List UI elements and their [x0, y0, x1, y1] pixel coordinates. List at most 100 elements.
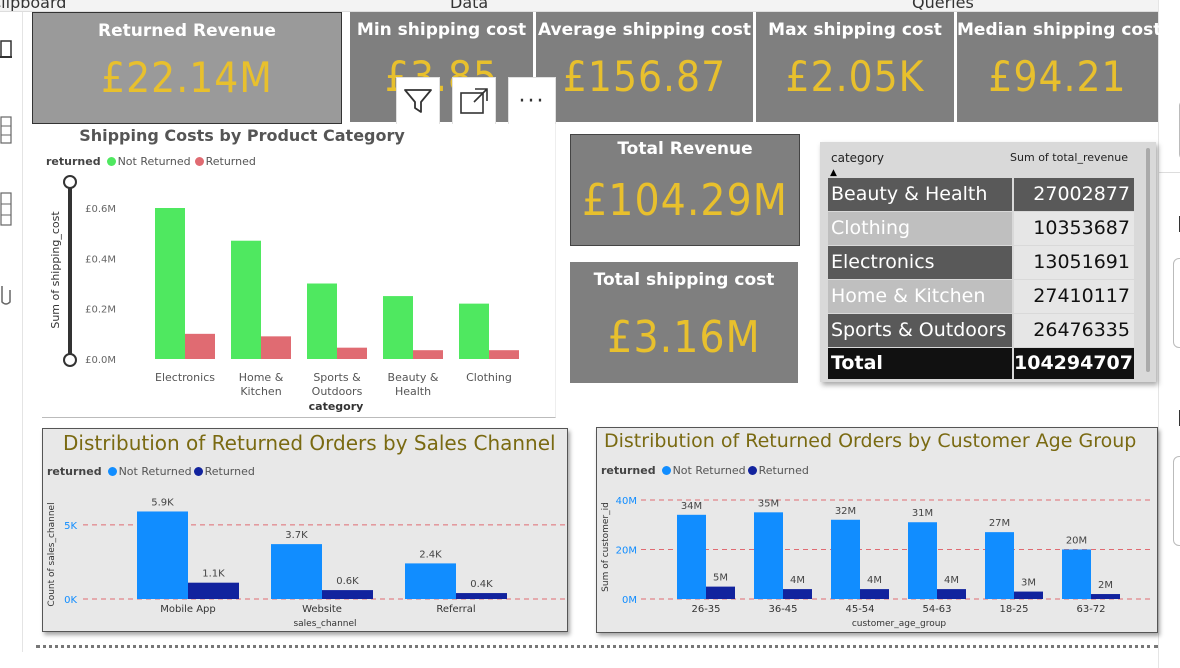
chart-plot: Sum of shipping_cost £0.0M £0.2M £0.4M £0.6M…	[49, 175, 519, 413]
y-tick-label: £0.2M	[85, 305, 116, 316]
view-switcher	[0, 12, 22, 612]
x-axis-title: customer_age_group	[852, 619, 947, 629]
x-tick-label: Mobile App	[160, 604, 216, 615]
pane-card-3[interactable]	[1173, 456, 1180, 546]
table-total-value: 104294707	[1014, 348, 1134, 379]
table-row[interactable]: Home & Kitchen 27410117	[828, 280, 1134, 313]
card-title: Total Revenue	[617, 139, 753, 159]
y-tick-label: 0K	[64, 595, 77, 606]
bar-not-returned	[137, 511, 188, 599]
kpi-max-shipping[interactable]: Max shipping cost £2.05K	[756, 12, 954, 122]
x-tick-label: Kitchen	[240, 385, 281, 398]
total-revenue-card[interactable]: Total Revenue £104.29M	[570, 134, 800, 246]
bar-not-returned	[383, 296, 413, 359]
range-slider-handle-bottom	[63, 353, 77, 367]
kpi-median-shipping[interactable]: Median shipping cost £94.21	[957, 12, 1162, 122]
model-view-icon[interactable]	[0, 192, 16, 229]
data-label: 2.4K	[419, 549, 442, 560]
x-tick-label: Sports &	[313, 371, 361, 384]
report-view-icon[interactable]	[0, 40, 16, 61]
bar-not-returned	[677, 514, 706, 599]
pane-card-2[interactable]	[1173, 258, 1180, 348]
sort-arrow-icon: ▲	[830, 168, 837, 178]
x-tick-label: 26-35	[691, 604, 720, 615]
table-row[interactable]: Clothing 10353687	[828, 212, 1134, 245]
data-label: 5.9K	[151, 497, 174, 508]
bar-returned	[188, 582, 239, 599]
table-row[interactable]: Electronics 13051691	[828, 246, 1134, 279]
age-group-chart[interactable]: Distribution of Returned Orders by Custo…	[596, 427, 1158, 633]
y-tick-label: 40M	[616, 496, 637, 507]
table-cell-value: 27410117	[1014, 280, 1134, 313]
x-tick-label: Website	[302, 604, 342, 615]
kpi-title: Median shipping cost	[957, 20, 1162, 40]
dax-query-icon[interactable]	[0, 284, 16, 311]
y-tick-label: 5K	[64, 521, 77, 532]
bar-not-returned	[405, 563, 456, 599]
y-axis-title: Sum of customer_id	[601, 502, 611, 592]
bar-not-returned	[754, 512, 783, 599]
table-cell-category: Sports & Outdoors	[828, 314, 1012, 347]
data-label: 32M	[835, 506, 856, 517]
table-header-revenue[interactable]: Sum of total_revenue	[1010, 151, 1128, 164]
chart-plot: Count of sales_channel 0K 5K 5.9K 1.1K Mobile…	[47, 497, 565, 629]
bar-returned	[783, 589, 812, 599]
bar-not-returned	[459, 303, 489, 359]
y-tick-label: 20M	[616, 545, 637, 556]
x-tick-label: Beauty &	[388, 371, 439, 384]
range-slider-handle-top	[63, 175, 77, 189]
bar-returned	[337, 347, 367, 359]
kpi-returned-revenue[interactable]: Returned Revenue £22.14M	[32, 12, 342, 124]
data-label: 3.7K	[285, 530, 308, 541]
table-cell-value: 26476335	[1014, 314, 1134, 347]
bar-returned	[456, 593, 507, 599]
filter-button[interactable]	[396, 77, 440, 125]
ribbon-group-data: Data	[450, 0, 489, 12]
table-header-category[interactable]: category	[831, 151, 884, 165]
sales-channel-chart[interactable]: Distribution of Returned Orders by Sales…	[42, 428, 568, 632]
focus-mode-button[interactable]	[452, 77, 496, 125]
kpi-min-shipping[interactable]: Min shipping cost £3.85	[350, 12, 533, 122]
bar-returned	[261, 336, 291, 359]
data-label: 1.1K	[202, 569, 225, 580]
data-label: 27M	[989, 518, 1010, 529]
data-label: 4M	[944, 575, 959, 586]
bar-not-returned	[908, 522, 937, 599]
shipping-costs-chart[interactable]: Shipping Costs by Product Category retur…	[42, 124, 556, 418]
table-row[interactable]: Sports & Outdoors 26476335	[828, 314, 1134, 347]
x-tick-label: 45-54	[845, 604, 874, 615]
table-cell-value: 13051691	[1014, 246, 1134, 279]
more-options-button[interactable]: ···	[508, 77, 556, 125]
data-label: 4M	[867, 575, 882, 586]
y-tick-label: £0.6M	[85, 204, 116, 215]
table-cell-value: 10353687	[1014, 212, 1134, 245]
right-pane-edge	[1158, 0, 1180, 668]
x-tick-label: Home &	[239, 371, 284, 384]
card-value: £3.16M	[607, 312, 761, 363]
kpi-average-shipping[interactable]: Average shipping cost £156.87	[536, 12, 753, 122]
bar-not-returned	[831, 519, 860, 599]
revenue-by-category-table[interactable]: category Sum of total_revenue ▲ Beauty &…	[820, 142, 1156, 382]
bar-not-returned	[231, 240, 261, 359]
table-scrollbar[interactable]	[1146, 148, 1150, 372]
bar-returned	[860, 589, 889, 599]
table-total-row[interactable]: Total 104294707	[828, 348, 1134, 379]
x-tick-label: Clothing	[466, 371, 512, 384]
data-label: 3M	[1021, 578, 1036, 589]
data-label: 2M	[1098, 580, 1113, 591]
bar-returned	[489, 350, 519, 359]
ribbon-group-queries: Queries	[912, 0, 974, 12]
kpi-value: £2.05K	[785, 52, 925, 101]
kpi-title: Returned Revenue	[98, 21, 276, 41]
y-axis-title: Count of sales_channel	[47, 502, 57, 606]
bar-not-returned	[307, 283, 337, 359]
bar-returned	[322, 590, 373, 599]
x-tick-label: Referral	[436, 604, 475, 615]
ribbon-group-clipboard: Clipboard	[0, 0, 67, 12]
table-row[interactable]: Beauty & Health 27002877	[828, 178, 1134, 211]
table-view-icon[interactable]	[0, 116, 16, 147]
x-tick-label: Electronics	[155, 371, 215, 384]
total-shipping-card[interactable]: Total shipping cost £3.16M	[570, 262, 798, 383]
x-axis-title: category	[309, 400, 364, 413]
bar-not-returned	[271, 544, 322, 599]
